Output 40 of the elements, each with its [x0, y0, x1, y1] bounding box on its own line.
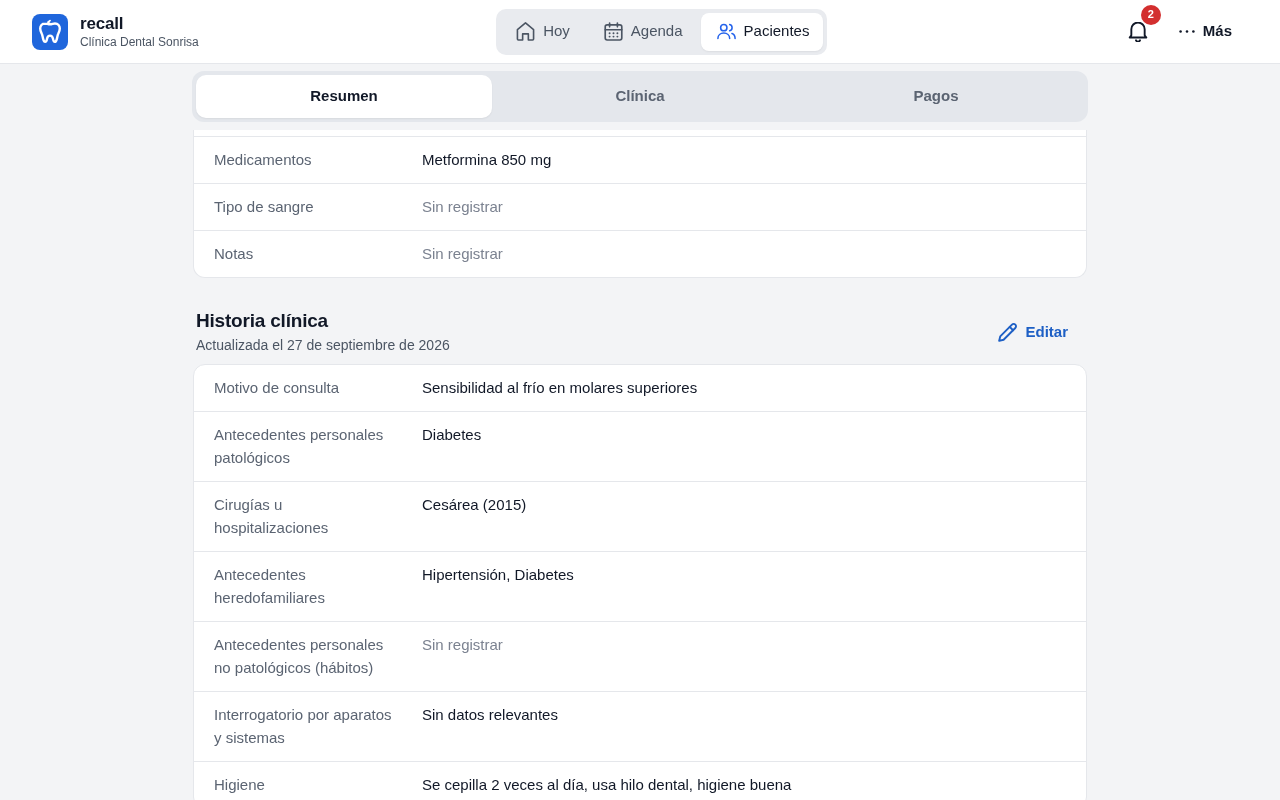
- field-value: Cesárea (2015): [422, 495, 527, 515]
- field-label: Motivo de consulta: [214, 378, 341, 398]
- section-title: Historia clínica: [196, 309, 329, 333]
- nav-tab[interactable]: Agenda: [587, 12, 697, 51]
- calendar-icon: [603, 22, 623, 41]
- field-label: Notas: [214, 244, 255, 264]
- bell-icon: [1127, 21, 1148, 42]
- tooth-logo-icon: [32, 13, 68, 50]
- nav-tab[interactable]: Pacientes: [700, 12, 824, 51]
- field-value: Hipertensión, Diabetes: [422, 565, 574, 585]
- field-value: Sensibilidad al frío en molares superiores: [422, 378, 698, 398]
- nav-tab[interactable]: Hoy: [500, 12, 584, 51]
- field-value: Sin registrar: [422, 635, 503, 655]
- field-label: Antecedentes heredofamiliares: [214, 565, 326, 608]
- home-icon: [516, 22, 536, 41]
- section-tab[interactable]: Clínica: [492, 75, 788, 118]
- field-label: Antecedentes personales patológicos: [214, 425, 385, 468]
- field-label: Higiene: [214, 775, 266, 795]
- field-label: Interrogatorio por aparatos y sistemas: [214, 705, 393, 748]
- field-value: Sin registrar: [422, 244, 503, 264]
- app-name: recall: [80, 13, 125, 34]
- field-value: Sin registrar: [422, 197, 503, 217]
- more-dots-icon: [1178, 29, 1195, 34]
- section-tab[interactable]: Pagos: [788, 75, 1084, 118]
- pencil-icon: [998, 322, 1018, 342]
- more-button[interactable]: Más: [1170, 14, 1248, 49]
- field-label: Antecedentes personales no patológicos (hábitos): [214, 635, 385, 678]
- field-label: Cirugías u hospitalizaciones: [214, 495, 330, 538]
- notification-count: 2: [1140, 4, 1161, 25]
- field-label: Tipo de sangre: [214, 197, 315, 217]
- section-tab[interactable]: Resumen: [196, 75, 492, 118]
- clinic-name: Clínica Dental Sonrisa: [80, 33, 199, 50]
- field-value: Sin datos relevantes: [422, 705, 558, 725]
- field-label: Medicamentos: [214, 150, 313, 170]
- updated-date: Actualizada el 27 de septiembre de 2026: [196, 336, 450, 355]
- field-value: Diabetes: [422, 425, 482, 445]
- field-value: Se cepilla 2 veces al día, usa hilo dental, higiene buena: [422, 775, 792, 795]
- field-value: Metformina 850 mg: [422, 150, 552, 170]
- edit-button[interactable]: Editar: [986, 314, 1080, 350]
- people-icon: [716, 22, 736, 41]
